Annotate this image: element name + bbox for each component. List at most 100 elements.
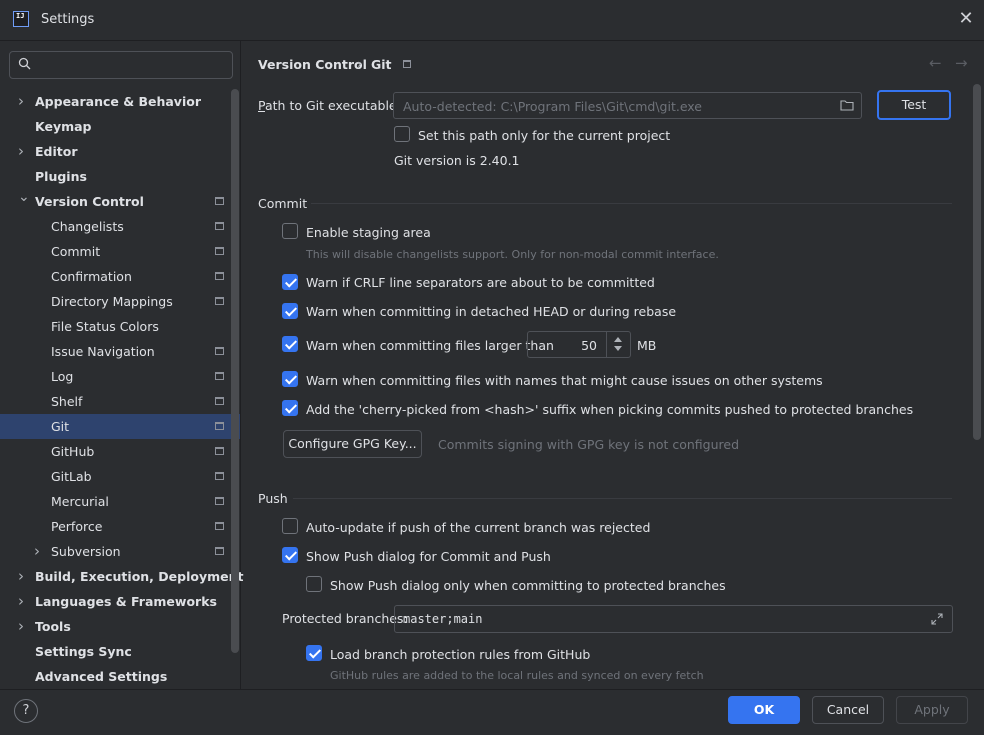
commit-section-title: Commit [258, 196, 308, 211]
sidebar-item-label: Plugins [35, 169, 87, 184]
project-scope-icon [215, 247, 224, 255]
sidebar-item-perforce[interactable]: Perforce [0, 514, 240, 539]
large-files-label: Warn when committing files larger than [306, 338, 554, 353]
cancel-button[interactable]: Cancel [812, 696, 884, 724]
sidebar-item-version-control[interactable]: ⌄ Version Control [0, 189, 240, 214]
chevron-right-icon[interactable]: › [18, 564, 30, 589]
stepper-down-icon[interactable] [614, 346, 622, 351]
sidebar-item-tools[interactable]: › Tools [0, 614, 240, 639]
sidebar-item-git[interactable]: Git [0, 414, 240, 439]
staging-area-label: Enable staging area [306, 225, 431, 240]
sidebar-item-label: Settings Sync [35, 644, 132, 659]
chevron-right-icon[interactable]: › [18, 614, 30, 639]
detached-head-checkbox[interactable] [282, 303, 298, 319]
show-push-dialog-checkbox[interactable] [282, 547, 298, 563]
project-scope-icon [403, 60, 411, 68]
chevron-right-icon[interactable]: › [18, 89, 30, 114]
push-section-title: Push [258, 491, 288, 506]
sidebar-item-label: Languages & Frameworks [35, 594, 217, 609]
crlf-warning-checkbox[interactable] [282, 274, 298, 290]
search-icon [18, 57, 31, 70]
sidebar-item-keymap[interactable]: Keymap [0, 114, 240, 139]
breadcrumb-separator: › [357, 56, 362, 71]
sidebar-item-github[interactable]: GitHub [0, 439, 240, 464]
large-files-checkbox[interactable] [282, 336, 298, 352]
project-scope-icon [215, 347, 224, 355]
project-scope-icon [215, 222, 224, 230]
test-button[interactable]: Test [877, 90, 951, 120]
large-files-size-stepper[interactable]: 50 [527, 331, 631, 358]
protected-branches-label: Protected branches: [282, 611, 408, 626]
sidebar-item-appearance-behavior[interactable]: › Appearance & Behavior [0, 89, 240, 114]
cherry-pick-suffix-checkbox[interactable] [282, 400, 298, 416]
show-push-dialog-protected-checkbox[interactable] [306, 576, 322, 592]
cherry-pick-suffix-label: Add the 'cherry-picked from <hash>' suff… [306, 402, 914, 417]
breadcrumb-current: Git [371, 57, 392, 72]
current-project-only-checkbox[interactable] [394, 126, 410, 142]
sidebar-item-editor[interactable]: › Editor [0, 139, 240, 164]
bad-filenames-label: Warn when committing files with names th… [306, 373, 823, 388]
sidebar-item-subversion[interactable]: › Subversion [0, 539, 240, 564]
project-scope-icon [215, 547, 224, 555]
back-arrow-icon[interactable]: ← [929, 54, 942, 72]
git-settings-panel: Version Control › Git ← → Path to Git ex… [241, 41, 984, 689]
close-icon[interactable]: ✕ [957, 10, 975, 28]
configure-gpg-key-button[interactable]: Configure GPG Key... [283, 430, 422, 458]
auto-update-checkbox[interactable] [282, 518, 298, 534]
chevron-right-icon[interactable]: › [18, 139, 30, 164]
sidebar-item-changelists[interactable]: Changelists [0, 214, 240, 239]
sidebar-item-label: GitLab [51, 469, 92, 484]
settings-window: IJ Settings ✕ › Appearance & Behavior Keym… [0, 0, 984, 735]
ok-button[interactable]: OK [728, 696, 800, 724]
sidebar-item-label: File Status Colors [51, 319, 159, 334]
sidebar-item-issue-navigation[interactable]: Issue Navigation [0, 339, 240, 364]
sidebar-item-label: Editor [35, 144, 78, 159]
bad-filenames-checkbox[interactable] [282, 371, 298, 387]
commit-section-divider [311, 203, 952, 204]
sidebar-item-label: Build, Execution, Deployment [35, 569, 244, 584]
staging-area-hint: This will disable changelists support. O… [306, 248, 719, 261]
sidebar-item-languages-frameworks[interactable]: › Languages & Frameworks [0, 589, 240, 614]
sidebar-item-commit[interactable]: Commit [0, 239, 240, 264]
sidebar-item-label: Commit [51, 244, 101, 259]
sidebar-item-directory-mappings[interactable]: Directory Mappings [0, 289, 240, 314]
sidebar-item-plugins[interactable]: Plugins [0, 164, 240, 189]
load-protection-rules-checkbox[interactable] [306, 645, 322, 661]
sidebar-item-log[interactable]: Log [0, 364, 240, 389]
stepper-up-icon[interactable] [614, 337, 622, 342]
breadcrumb-parent[interactable]: Version Control [258, 57, 367, 72]
sidebar-item-label: Changelists [51, 219, 124, 234]
forward-arrow-icon[interactable]: → [955, 54, 968, 72]
folder-icon[interactable] [840, 99, 854, 111]
gpg-status-text: Commits signing with GPG key is not conf… [438, 437, 740, 452]
sidebar-item-label: Perforce [51, 519, 103, 534]
sidebar-item-shelf[interactable]: Shelf [0, 389, 240, 414]
stepper-arrows[interactable] [606, 332, 630, 357]
chevron-right-icon[interactable]: › [18, 589, 30, 614]
chevron-down-icon[interactable]: ⌄ [18, 185, 30, 210]
sidebar-scrollbar[interactable] [231, 89, 239, 653]
project-scope-icon [215, 472, 224, 480]
sidebar-item-file-status-colors[interactable]: File Status Colors [0, 314, 240, 339]
settings-search-input[interactable] [9, 51, 233, 79]
sidebar-item-mercurial[interactable]: Mercurial [0, 489, 240, 514]
sidebar-item-gitlab[interactable]: GitLab [0, 464, 240, 489]
sidebar-item-label: Appearance & Behavior [35, 94, 201, 109]
project-scope-icon [215, 447, 224, 455]
git-path-input[interactable]: Auto-detected: C:\Program Files\Git\cmd\… [393, 92, 862, 119]
git-version-text: Git version is 2.40.1 [394, 153, 520, 168]
sidebar-item-advanced-settings[interactable]: Advanced Settings [0, 664, 240, 689]
apply-button[interactable]: Apply [896, 696, 968, 724]
sidebar-item-settings-sync[interactable]: Settings Sync [0, 639, 240, 664]
auto-update-label: Auto-update if push of the current branc… [306, 520, 651, 535]
expand-icon[interactable] [930, 612, 944, 626]
help-icon[interactable]: ? [14, 699, 38, 723]
sidebar-item-build-execution-deployment[interactable]: › Build, Execution, Deployment [0, 564, 244, 589]
sidebar-item-label: Directory Mappings [51, 294, 173, 309]
staging-area-checkbox[interactable] [282, 223, 298, 239]
protected-branches-input[interactable]: master;main [394, 605, 953, 633]
content-scrollbar[interactable] [973, 84, 981, 440]
chevron-right-icon[interactable]: › [34, 539, 46, 564]
sidebar-item-confirmation[interactable]: Confirmation [0, 264, 240, 289]
sidebar-item-label: Confirmation [51, 269, 132, 284]
